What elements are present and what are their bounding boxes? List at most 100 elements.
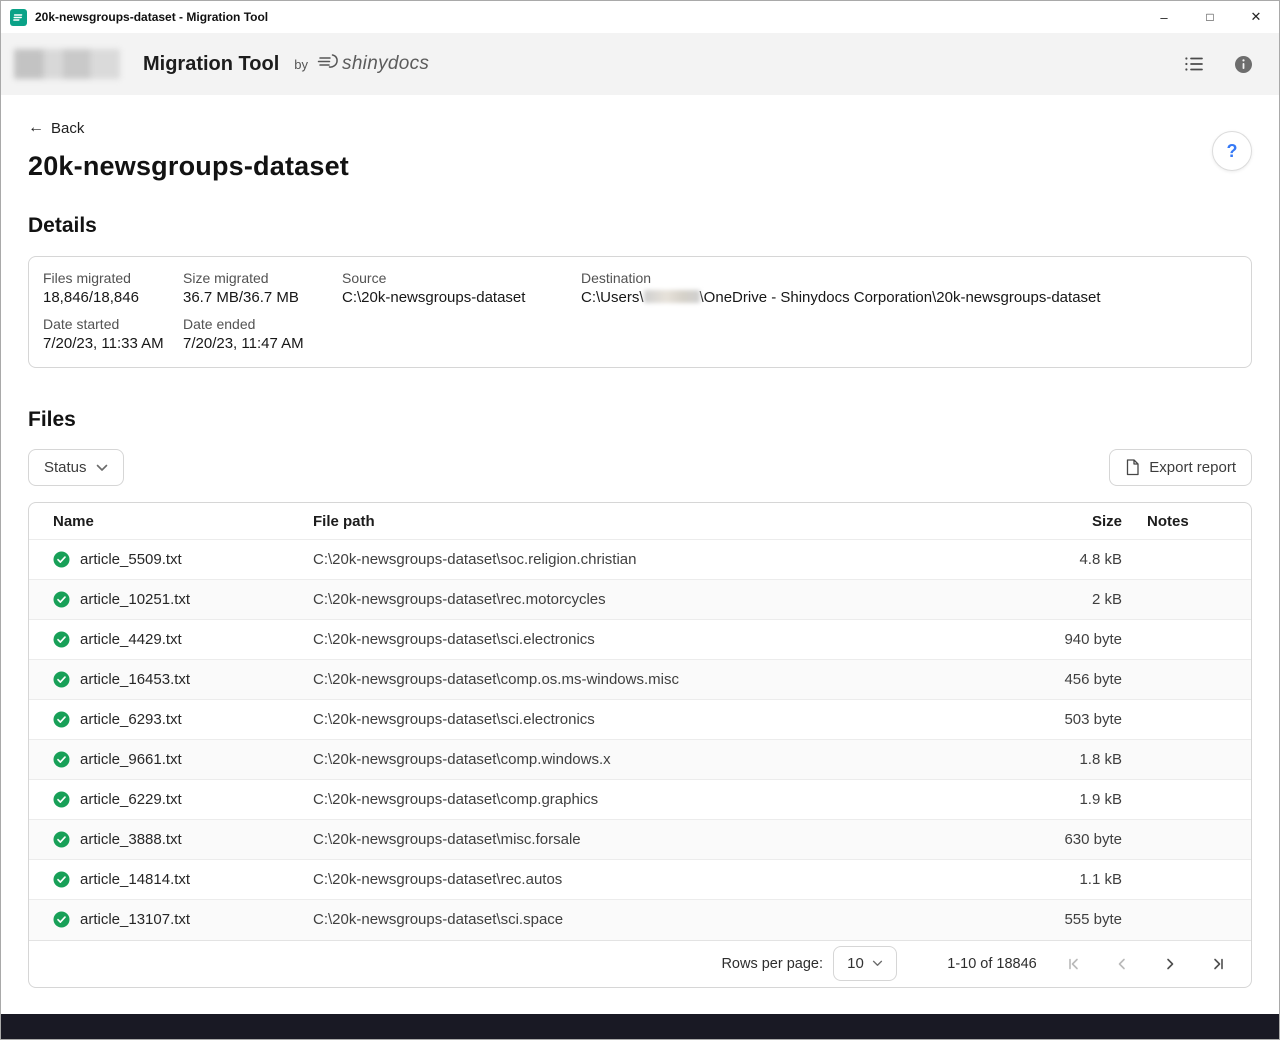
file-path: C:\20k-newsgroups-dataset\rec.motorcycle…: [305, 580, 1009, 620]
table-row[interactable]: article_16453.txt C:\20k-newsgroups-data…: [29, 660, 1251, 700]
file-path: C:\20k-newsgroups-dataset\comp.windows.x: [305, 740, 1009, 780]
app-logo-icon: [10, 9, 27, 26]
file-notes: [1139, 900, 1251, 940]
table-row[interactable]: article_9661.txt C:\20k-newsgroups-datas…: [29, 740, 1251, 780]
success-check-icon: [53, 791, 70, 808]
maximize-button[interactable]: □: [1187, 1, 1233, 33]
file-notes: [1139, 740, 1251, 780]
help-button[interactable]: ?: [1212, 131, 1252, 171]
export-report-button[interactable]: Export report: [1109, 449, 1252, 486]
file-name: article_9661.txt: [80, 751, 182, 768]
file-name: article_14814.txt: [80, 871, 190, 888]
file-path: C:\20k-newsgroups-dataset\comp.os.ms-win…: [305, 660, 1009, 700]
main-content: ← Back ? 20k-newsgroups-dataset Details …: [1, 95, 1279, 988]
table-row[interactable]: article_3888.txt C:\20k-newsgroups-datas…: [29, 820, 1251, 860]
shinydocs-logo-icon: [317, 53, 339, 76]
table-row[interactable]: article_14814.txt C:\20k-newsgroups-data…: [29, 860, 1251, 900]
next-page-icon[interactable]: [1159, 953, 1181, 975]
minimize-button[interactable]: –: [1141, 1, 1187, 33]
file-notes: [1139, 660, 1251, 700]
file-name: article_6293.txt: [80, 711, 182, 728]
files-heading: Files: [28, 408, 1252, 432]
file-path: C:\20k-newsgroups-dataset\rec.autos: [305, 860, 1009, 900]
success-check-icon: [53, 551, 70, 568]
file-notes: [1139, 860, 1251, 900]
file-name: article_5509.txt: [80, 551, 182, 568]
size-migrated-field: Size migrated 36.7 MB/36.7 MB: [183, 270, 342, 306]
status-filter-dropdown[interactable]: Status: [28, 449, 124, 486]
back-label: Back: [51, 120, 84, 137]
column-header-size[interactable]: Size: [1009, 503, 1139, 540]
success-check-icon: [53, 591, 70, 608]
info-icon[interactable]: [1234, 55, 1253, 74]
app-header: Migration Tool by shinydocs: [1, 33, 1279, 95]
chevron-down-icon: [96, 464, 108, 472]
table-row[interactable]: article_5509.txt C:\20k-newsgroups-datas…: [29, 540, 1251, 580]
column-header-path[interactable]: File path: [305, 503, 1009, 540]
column-header-notes[interactable]: Notes: [1139, 503, 1251, 540]
file-size: 1.8 kB: [1009, 740, 1139, 780]
file-notes: [1139, 620, 1251, 660]
pagination-bar: Rows per page: 10 1-10 of 18846: [29, 940, 1251, 987]
table-header-row: Name File path Size Notes: [29, 503, 1251, 540]
titlebar: 20k-newsgroups-dataset - Migration Tool …: [1, 1, 1279, 33]
table-row[interactable]: article_4429.txt C:\20k-newsgroups-datas…: [29, 620, 1251, 660]
file-size: 503 byte: [1009, 700, 1139, 740]
customer-logo-redacted: [14, 49, 120, 79]
file-notes: [1139, 780, 1251, 820]
rows-per-page-label: Rows per page:: [721, 956, 823, 972]
files-table-card: Name File path Size Notes article_5509.t…: [28, 502, 1252, 988]
file-size: 555 byte: [1009, 900, 1139, 940]
date-started-field: Date started 7/20/23, 11:33 AM: [43, 316, 183, 352]
redacted-username: [644, 290, 700, 303]
file-name: article_16453.txt: [80, 671, 190, 688]
files-toolbar: Status Export report: [28, 449, 1252, 486]
file-size: 456 byte: [1009, 660, 1139, 700]
pagination-range: 1-10 of 18846: [937, 956, 1047, 972]
success-check-icon: [53, 631, 70, 648]
table-row[interactable]: article_13107.txt C:\20k-newsgroups-data…: [29, 900, 1251, 940]
success-check-icon: [53, 911, 70, 928]
rows-per-page-select[interactable]: 10: [833, 946, 897, 981]
app-window: 20k-newsgroups-dataset - Migration Tool …: [0, 0, 1280, 1040]
close-button[interactable]: ✕: [1233, 1, 1279, 33]
table-row[interactable]: article_6293.txt C:\20k-newsgroups-datas…: [29, 700, 1251, 740]
file-path: C:\20k-newsgroups-dataset\soc.religion.c…: [305, 540, 1009, 580]
file-size: 630 byte: [1009, 820, 1139, 860]
file-path: C:\20k-newsgroups-dataset\sci.electronic…: [305, 620, 1009, 660]
migration-list-icon[interactable]: [1184, 55, 1204, 73]
table-row[interactable]: article_6229.txt C:\20k-newsgroups-datas…: [29, 780, 1251, 820]
file-notes: [1139, 700, 1251, 740]
file-name: article_13107.txt: [80, 911, 190, 928]
shinydocs-brand: shinydocs: [317, 53, 429, 76]
first-page-icon[interactable]: [1063, 953, 1085, 975]
previous-page-icon[interactable]: [1111, 953, 1133, 975]
file-size: 1.1 kB: [1009, 860, 1139, 900]
file-notes: [1139, 540, 1251, 580]
success-check-icon: [53, 751, 70, 768]
success-check-icon: [53, 711, 70, 728]
destination-field: Destination C:\Users\\OneDrive - Shinydo…: [581, 270, 1237, 306]
window-title: 20k-newsgroups-dataset - Migration Tool: [35, 10, 268, 24]
file-path: C:\20k-newsgroups-dataset\misc.forsale: [305, 820, 1009, 860]
details-card: Files migrated 18,846/18,846 Size migrat…: [28, 256, 1252, 368]
back-link[interactable]: ← Back: [28, 120, 84, 137]
shinydocs-wordmark: shinydocs: [342, 53, 429, 75]
by-label: by: [294, 57, 308, 72]
file-name: article_4429.txt: [80, 631, 182, 648]
details-heading: Details: [28, 214, 1252, 238]
file-name: article_6229.txt: [80, 791, 182, 808]
success-check-icon: [53, 831, 70, 848]
last-page-icon[interactable]: [1207, 953, 1229, 975]
date-ended-field: Date ended 7/20/23, 11:47 AM: [183, 316, 342, 352]
file-size: 2 kB: [1009, 580, 1139, 620]
file-size: 940 byte: [1009, 620, 1139, 660]
column-header-name[interactable]: Name: [29, 503, 305, 540]
file-name: article_10251.txt: [80, 591, 190, 608]
chevron-down-icon: [872, 960, 883, 967]
app-title: Migration Tool: [143, 53, 279, 76]
file-name: article_3888.txt: [80, 831, 182, 848]
file-notes: [1139, 820, 1251, 860]
table-row[interactable]: article_10251.txt C:\20k-newsgroups-data…: [29, 580, 1251, 620]
page-title: 20k-newsgroups-dataset: [28, 151, 1252, 182]
